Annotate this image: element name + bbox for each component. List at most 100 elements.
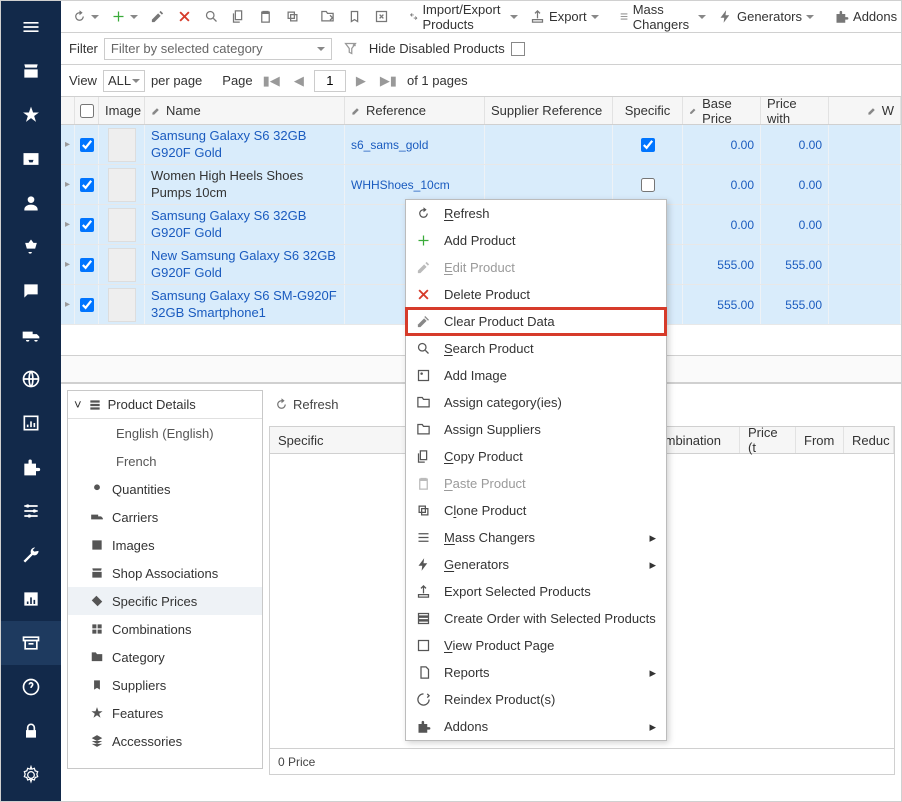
product-details-header[interactable]: ˅ Product Details bbox=[68, 391, 262, 419]
specific-checkbox[interactable] bbox=[641, 178, 655, 192]
col-specific[interactable]: Specific bbox=[613, 97, 683, 124]
edit-button[interactable] bbox=[145, 6, 170, 27]
page-input[interactable] bbox=[314, 70, 346, 92]
nav-settings[interactable] bbox=[1, 753, 61, 797]
detail-col[interactable]: Price (t bbox=[740, 427, 796, 453]
add-button[interactable] bbox=[106, 6, 143, 27]
product-name-link[interactable]: Samsung Galaxy S6 SM-G920F 32GB Smartpho… bbox=[151, 288, 338, 321]
menu-assign-category-ies-[interactable]: Assign category(ies) bbox=[406, 389, 666, 416]
menu-export-selected-products[interactable]: Export Selected Products bbox=[406, 578, 666, 605]
product-name-link[interactable]: Samsung Galaxy S6 32GB G920F Gold bbox=[151, 128, 338, 161]
nav-shop[interactable] bbox=[1, 49, 61, 93]
row-checkbox[interactable] bbox=[80, 138, 94, 152]
nav-inbox[interactable] bbox=[1, 137, 61, 181]
menu-reindex-product-s-[interactable]: Reindex Product(s) bbox=[406, 686, 666, 713]
nav-cart[interactable] bbox=[1, 225, 61, 269]
language-item[interactable]: English (English) bbox=[68, 419, 262, 447]
row-checkbox[interactable] bbox=[80, 298, 94, 312]
detail-col[interactable]: Reduc bbox=[844, 427, 894, 453]
expand-icon[interactable]: ▸ bbox=[61, 205, 75, 244]
addons-button[interactable]: Addons bbox=[829, 6, 902, 27]
menu-copy-product[interactable]: Copy Product bbox=[406, 443, 666, 470]
generators-button[interactable]: Generators bbox=[713, 6, 819, 27]
menu-clear-product-data[interactable]: Clear Product Data bbox=[406, 308, 666, 335]
product-name-link[interactable]: Samsung Galaxy S6 32GB G920F Gold bbox=[151, 208, 338, 241]
delete-button[interactable] bbox=[172, 6, 197, 27]
col-w[interactable]: W bbox=[829, 97, 901, 124]
perpage-combo[interactable]: ALL bbox=[103, 70, 145, 92]
mass-changers-button[interactable]: Mass Changers bbox=[614, 0, 711, 35]
pager-next[interactable]: ▶ bbox=[352, 73, 370, 89]
refresh-button[interactable] bbox=[67, 6, 104, 27]
nav-sliders[interactable] bbox=[1, 489, 61, 533]
detail-item-combinations[interactable]: Combinations bbox=[68, 615, 262, 643]
table-row[interactable]: ▸ Samsung Galaxy S6 32GB G920F Gold s6_s… bbox=[61, 125, 901, 165]
nav-stats[interactable] bbox=[1, 401, 61, 445]
product-name-link[interactable]: New Samsung Galaxy S6 32GB G920F Gold bbox=[151, 248, 338, 281]
pager-first[interactable]: ▮◀ bbox=[259, 73, 284, 89]
detail-item-category[interactable]: Category bbox=[68, 643, 262, 671]
nav-wrench[interactable] bbox=[1, 533, 61, 577]
menu-assign-suppliers[interactable]: Assign Suppliers bbox=[406, 416, 666, 443]
detail-item-images[interactable]: Images bbox=[68, 531, 262, 559]
menu-refresh[interactable]: Refresh bbox=[406, 200, 666, 227]
menu-add-product[interactable]: Add Product bbox=[406, 227, 666, 254]
col-reference[interactable]: Reference bbox=[345, 97, 485, 124]
assign-cat-button[interactable] bbox=[315, 6, 340, 27]
menu-addons[interactable]: Addons▸ bbox=[406, 713, 666, 740]
detail-item-carriers[interactable]: Carriers bbox=[68, 503, 262, 531]
nav-star[interactable] bbox=[1, 93, 61, 137]
menu-generators[interactable]: Generators▸ bbox=[406, 551, 666, 578]
nav-chart[interactable] bbox=[1, 577, 61, 621]
nav-chat[interactable] bbox=[1, 269, 61, 313]
clone-button[interactable] bbox=[280, 6, 305, 27]
col-supplier-ref[interactable]: Supplier Reference bbox=[485, 97, 613, 124]
copy-button[interactable] bbox=[226, 6, 251, 27]
nav-archive[interactable] bbox=[1, 621, 61, 665]
specific-checkbox[interactable] bbox=[641, 138, 655, 152]
menu-search-product[interactable]: Search Product bbox=[406, 335, 666, 362]
nav-truck[interactable] bbox=[1, 313, 61, 357]
filter-combo[interactable]: Filter by selected category bbox=[104, 38, 332, 60]
detail-item-shop-associations[interactable]: Shop Associations bbox=[68, 559, 262, 587]
detail-col[interactable]: From bbox=[796, 427, 844, 453]
expand-icon[interactable]: ▸ bbox=[61, 125, 75, 164]
detail-item-suppliers[interactable]: Suppliers bbox=[68, 671, 262, 699]
paste-button[interactable] bbox=[253, 6, 278, 27]
view-button[interactable] bbox=[369, 6, 394, 27]
row-checkbox[interactable] bbox=[80, 218, 94, 232]
menu-mass-changers[interactable]: Mass Changers▸ bbox=[406, 524, 666, 551]
export-button[interactable]: Export bbox=[525, 6, 604, 27]
language-item[interactable]: French bbox=[68, 447, 262, 475]
expand-icon[interactable]: ▸ bbox=[61, 285, 75, 324]
nav-globe[interactable] bbox=[1, 357, 61, 401]
detail-item-quantities[interactable]: Quantities bbox=[68, 475, 262, 503]
import-export-button[interactable]: Import/Export Products bbox=[404, 0, 523, 35]
nav-lock[interactable] bbox=[1, 709, 61, 753]
hide-disabled-checkbox[interactable] bbox=[511, 42, 525, 56]
expand-icon[interactable]: ▸ bbox=[61, 165, 75, 204]
detail-item-features[interactable]: Features bbox=[68, 699, 262, 727]
search-button[interactable] bbox=[199, 6, 224, 27]
filter-clear-button[interactable] bbox=[338, 38, 363, 59]
select-all-checkbox[interactable] bbox=[80, 104, 94, 118]
menu-reports[interactable]: Reports▸ bbox=[406, 659, 666, 686]
menu-toggle[interactable] bbox=[1, 5, 61, 49]
detail-item-accessories[interactable]: Accessories bbox=[68, 727, 262, 755]
col-name[interactable]: Name bbox=[145, 97, 345, 124]
menu-view-product-page[interactable]: View Product Page bbox=[406, 632, 666, 659]
col-image[interactable]: Image bbox=[99, 97, 145, 124]
assign-sup-button[interactable] bbox=[342, 6, 367, 27]
detail-refresh-button[interactable]: Refresh bbox=[269, 394, 344, 415]
nav-help[interactable] bbox=[1, 665, 61, 709]
menu-delete-product[interactable]: Delete Product bbox=[406, 281, 666, 308]
menu-add-image[interactable]: Add Image bbox=[406, 362, 666, 389]
pager-prev[interactable]: ◀ bbox=[290, 73, 308, 89]
row-checkbox[interactable] bbox=[80, 178, 94, 192]
row-checkbox[interactable] bbox=[80, 258, 94, 272]
col-price-with[interactable]: Price with bbox=[761, 97, 829, 124]
expand-icon[interactable]: ▸ bbox=[61, 245, 75, 284]
nav-user[interactable] bbox=[1, 181, 61, 225]
pager-last[interactable]: ▶▮ bbox=[376, 73, 401, 89]
nav-puzzle[interactable] bbox=[1, 445, 61, 489]
